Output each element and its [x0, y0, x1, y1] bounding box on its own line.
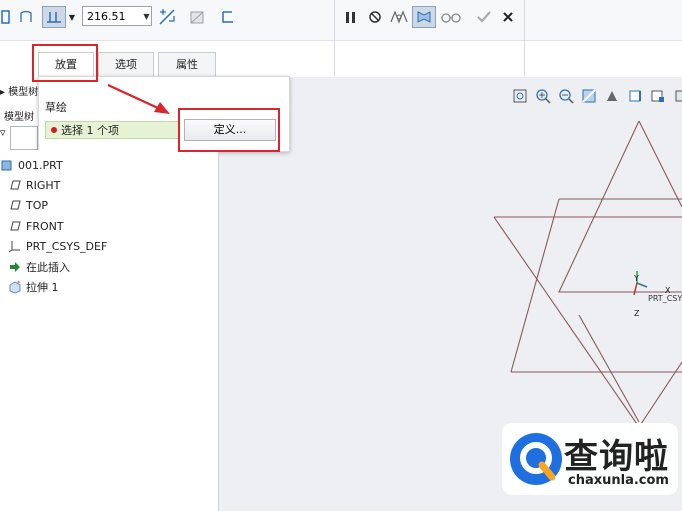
view-manager-icon[interactable] [648, 86, 668, 106]
glasses-preview-icon[interactable] [440, 6, 462, 28]
thicken-sketch-icon[interactable] [218, 6, 238, 28]
tree-item-label: 001.PRT [18, 158, 63, 172]
tab-options-label: 选项 [115, 58, 137, 71]
toolbar-separator [334, 0, 335, 76]
view-toolbar [510, 86, 682, 108]
surface-icon[interactable] [16, 6, 36, 28]
highlight-box-define-button [178, 108, 280, 152]
tree-item-front[interactable]: FRONT [8, 217, 64, 235]
tree-item-label: RIGHT [26, 178, 61, 192]
repaint-icon[interactable] [579, 86, 599, 106]
tab-options[interactable]: 选项 [98, 52, 154, 76]
attached-preview-icon[interactable] [388, 6, 410, 28]
watermark-logo-icon [510, 433, 562, 485]
sketch-triangle-down-left [493, 216, 640, 428]
no-preview-icon[interactable] [366, 6, 384, 28]
sketch-triangle-up-edge [638, 120, 682, 208]
zoom-in-icon[interactable] [533, 86, 553, 106]
depth-value-dropdown-icon[interactable]: ▼ [141, 7, 152, 25]
tab-properties-label: 属性 [176, 58, 198, 71]
toolbar-separator [524, 0, 525, 76]
tree-item-label: 在此插入 [26, 261, 70, 274]
insert-arrow-icon [8, 260, 22, 274]
refit-icon[interactable] [510, 86, 530, 106]
watermark-domain: chaxunla.com [568, 473, 669, 488]
part-icon [0, 158, 14, 172]
required-dot-icon [51, 127, 57, 133]
highlight-box-placement-tab [32, 44, 98, 82]
filter-icon[interactable]: ▿ [0, 126, 6, 139]
extrude-icon: * [8, 280, 22, 294]
solid-icon[interactable] [0, 6, 12, 28]
tree-item-label: 拉伸 1 [26, 281, 59, 294]
perspective-view-icon[interactable] [671, 86, 682, 106]
remove-material-icon[interactable] [186, 6, 208, 28]
tree-search-input[interactable] [10, 126, 38, 150]
watermark-name: 查询啦 [564, 437, 669, 477]
saved-orientations-icon[interactable] [625, 86, 645, 106]
model-tree: 001.PRT RIGHT TOP FRONT PRT_CSYS_DEF 在此插… [0, 150, 219, 511]
display-style-icon[interactable] [602, 86, 622, 106]
datum-plane-icon [8, 198, 22, 212]
sketch-hex-left-lower [578, 314, 640, 423]
tree-item-label: FRONT [26, 219, 64, 233]
sketch-collector[interactable]: 选择 1 个项 [45, 121, 179, 139]
csys-y-label: Y [634, 274, 639, 283]
dashboard-toolbar: ▼ ▼ [0, 0, 682, 76]
model-tree-header-partial: ▸ 模型树 [0, 87, 39, 98]
sketch-section-label: 草绘 [45, 101, 67, 114]
zoom-out-icon[interactable] [556, 86, 576, 106]
csys-name-label: PRT_CSYS [648, 294, 682, 303]
cancel-x-icon[interactable] [498, 6, 518, 28]
tree-item-extrude[interactable]: * 拉伸 1 [8, 278, 59, 296]
tree-item-csys[interactable]: PRT_CSYS_DEF [8, 237, 107, 255]
sketch-collector-text: 选择 1 个项 [61, 124, 119, 137]
datum-plane-icon [8, 178, 22, 192]
tree-item-right[interactable]: RIGHT [8, 176, 60, 194]
csys-icon [8, 239, 22, 253]
model-tree-label-partial: 模型树 [4, 112, 34, 123]
csys-z-label: Z [634, 309, 640, 318]
tree-item-top[interactable]: TOP [8, 196, 48, 214]
tab-properties[interactable]: 属性 [158, 52, 216, 76]
sketch-triangle-up [558, 120, 682, 293]
svg-text:*: * [17, 280, 20, 287]
depth-blind-icon[interactable] [42, 6, 66, 28]
datum-plane-icon [8, 219, 22, 233]
tree-item-part[interactable]: 001.PRT [0, 156, 63, 174]
tree-item-label: PRT_CSYS_DEF [26, 239, 108, 253]
flip-direction-icon[interactable] [156, 6, 178, 28]
pause-icon[interactable] [342, 6, 360, 28]
sketch-hex-left-upper [510, 198, 560, 373]
verify-mode-icon[interactable] [412, 6, 436, 28]
tree-item-insert-here[interactable]: 在此插入 [8, 258, 70, 276]
tree-item-label: TOP [26, 198, 49, 212]
depth-options-dropdown-icon[interactable]: ▼ [66, 6, 78, 28]
ok-check-icon[interactable] [474, 6, 494, 28]
watermark-badge: 查询啦 chaxunla.com [502, 423, 678, 495]
